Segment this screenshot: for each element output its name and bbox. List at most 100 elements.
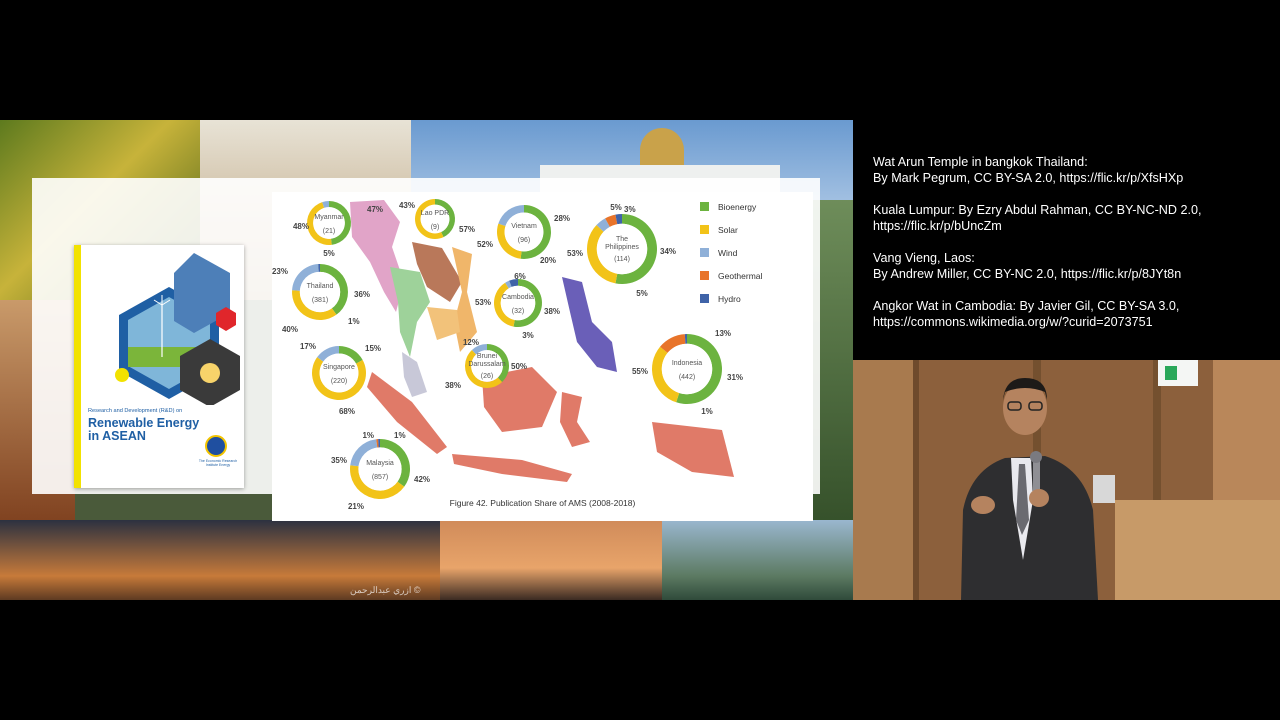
credit-line: https://commons.wikimedia.org/w/?curid=2… [873, 315, 1153, 329]
map-philippines [562, 277, 617, 372]
donut-count-label: (21) [323, 228, 335, 235]
legend-swatch [700, 225, 709, 234]
donut-percent-label: 20% [540, 256, 556, 265]
donut-percent-label: 47% [367, 205, 383, 214]
donut-hole [661, 343, 713, 395]
donut-country-label: Indonesia [672, 360, 702, 367]
donut-percent-label: 1% [394, 431, 406, 440]
book-subtitle: Research and Development (R&D) on [88, 408, 183, 414]
credit-line: Angkor Wat in Cambodia: By Javier Gil, C… [873, 299, 1180, 313]
singapore-photo [440, 520, 662, 600]
donut-percent-label: 38% [544, 307, 560, 316]
donut-percent-label: 6% [514, 272, 526, 281]
publication-share-figure: Myanmar (21) 48% 47% 5% Lao PDR (9) 43% 57% Vietn… [272, 192, 813, 521]
donut-vietnam: Vietnam (96) 52% 28% 20% [477, 205, 570, 265]
donut-percent-label: 1% [348, 317, 360, 326]
asean-logo-icon [205, 435, 227, 457]
donut-count-label: (32) [512, 308, 524, 315]
credit-wat-arun: Wat Arun Temple in bangkok Thailand: By … [873, 154, 1268, 186]
donut-country-label: Vietnam [511, 223, 537, 230]
book-hexagon-art [115, 253, 240, 405]
donut-count-label: (220) [331, 378, 347, 385]
donut-percent-label: 1% [362, 431, 374, 440]
donut-count-label: (96) [518, 237, 530, 244]
donut-count-label: (442) [679, 374, 695, 381]
speaker-scene [853, 360, 1280, 600]
donut-country-label: Philippines [605, 244, 639, 251]
image-credits: Wat Arun Temple in bangkok Thailand: By … [873, 154, 1268, 346]
donut-count-label: (381) [312, 297, 328, 304]
donut-percent-label: 38% [445, 381, 461, 390]
donut-percent-label: 68% [339, 407, 355, 416]
asean-map-chart: Myanmar(21)48%47%5%Lao PDR(9)43%57% Vietn… [272, 199, 763, 511]
donut-percent-label: 3% [624, 205, 636, 214]
map-java [452, 454, 572, 482]
map-sulawesi [560, 392, 590, 447]
exit-sign-icon [1158, 360, 1198, 386]
donut-hole [500, 285, 536, 321]
donut-country-label: Cambodia [502, 294, 534, 301]
legend-label: Geothermal [718, 271, 763, 281]
donut-percent-label: 15% [365, 344, 381, 353]
donut-lao-pdr: Lao PDR (9) 43% 57% [399, 199, 475, 239]
donut-percent-label: 17% [300, 342, 316, 351]
donut-country-label: Brunei [477, 353, 498, 360]
figure-caption: Figure 42. Publication Share of AMS (200… [449, 498, 636, 508]
map-malaysia-peninsula [402, 352, 427, 397]
donut-percent-label: 34% [660, 247, 676, 256]
credit-line: Wat Arun Temple in bangkok Thailand: [873, 155, 1088, 169]
donut-percent-label: 1% [701, 407, 713, 416]
donut-count-label: (9) [431, 224, 440, 231]
podium [1115, 500, 1280, 600]
legend-label: Solar [718, 225, 738, 235]
donut-percent-label: 23% [272, 267, 288, 276]
legend-swatch [700, 271, 709, 280]
donut-hole [299, 271, 341, 313]
donut-thailand: Thailand (381) 23% 36% 40% 1% [272, 264, 370, 334]
bali-temple-photo [662, 520, 853, 600]
book-title: Renewable Energy in ASEAN [88, 416, 200, 443]
donut-count-label: (26) [481, 373, 493, 380]
credit-line: Vang Vieng, Laos: [873, 251, 975, 265]
donut-country-label: Singapore [323, 364, 355, 371]
donut-cambodia: Cambodia (32) 6% 53% 38% 3% [475, 272, 560, 340]
donut-percent-label: 53% [567, 249, 583, 258]
donut-percent-label: 5% [636, 289, 648, 298]
donut-percent-label: 55% [632, 367, 648, 376]
donut-percent-label: 53% [475, 298, 491, 307]
book-logo-text: The Economic Research Institute Energy [198, 459, 238, 467]
donut-country-label: Lao PDR [421, 210, 449, 217]
donut-percent-label: 57% [459, 225, 475, 234]
credit-line: Kuala Lumpur: By Ezry Abdul Rahman, CC B… [873, 203, 1202, 217]
credit-vang-vieng: Vang Vieng, Laos: By Andrew Miller, CC B… [873, 250, 1268, 282]
donut-percent-label: 28% [554, 214, 570, 223]
donut-percent-label: 52% [477, 240, 493, 249]
donut-percent-label: 48% [293, 222, 309, 231]
donut-hole [319, 353, 359, 393]
donut-the-philippines: ThePhilippines(114)53%5% 3%34%5% [567, 203, 676, 298]
donut-percent-label: 40% [282, 325, 298, 334]
donut-indonesia: Indonesia (442) 13% 55% 31% 1% [632, 329, 743, 416]
legend-swatch [700, 202, 709, 211]
donut-percent-label: 31% [727, 373, 743, 382]
donut-hole [358, 447, 402, 491]
map-papua [652, 422, 734, 477]
credit-kuala-lumpur: Kuala Lumpur: By Ezry Abdul Rahman, CC B… [873, 202, 1268, 234]
donut-hole [504, 212, 544, 252]
legend-label: Hydro [718, 294, 741, 304]
legend-label: Bioenergy [718, 202, 757, 212]
speaker-video [853, 360, 1280, 600]
legend-swatch [700, 248, 709, 257]
map-vietnam [452, 247, 477, 352]
donut-country-label: Malaysia [366, 460, 394, 467]
credit-line: https://flic.kr/p/bUncZm [873, 219, 1002, 233]
donut-country-label: The [616, 236, 628, 243]
legend-label: Wind [718, 248, 738, 258]
donut-count-label: (857) [372, 474, 388, 481]
donut-country-label: Darussalam [468, 361, 506, 368]
donut-percent-label: 3% [522, 331, 534, 340]
donut-singapore: Singapore (220) 17% 15% 68% [300, 342, 381, 416]
donut-percent-label: 13% [715, 329, 731, 338]
book-cover: Research and Development (R&D) on Renewa… [74, 245, 244, 488]
donut-percent-label: 5% [323, 249, 335, 258]
